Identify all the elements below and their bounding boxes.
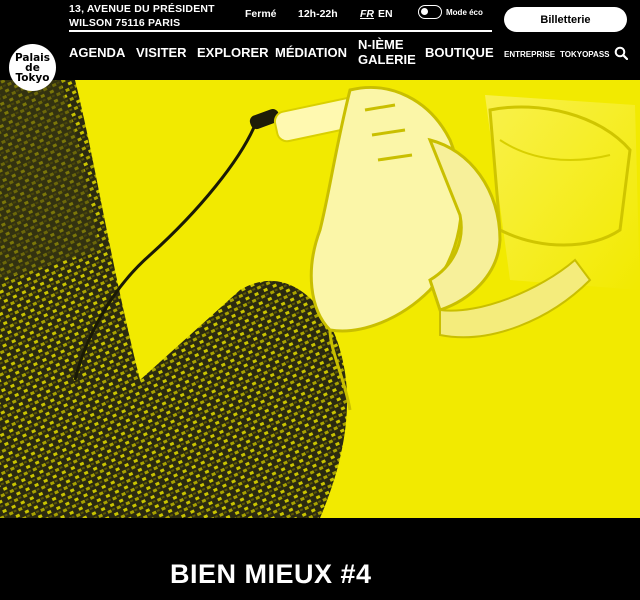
address-line-1: 13, avenue du Président xyxy=(69,3,215,15)
nav-entreprise[interactable]: ENTREPRISE xyxy=(504,50,555,59)
opening-status: Fermé xyxy=(245,8,277,20)
ticketing-button[interactable]: Billetterie xyxy=(504,7,627,32)
nav-tokyopass[interactable]: TOKYOPASS xyxy=(560,50,610,59)
toggle-switch-icon xyxy=(418,5,442,19)
nav-boutique[interactable]: BOUTIQUE xyxy=(425,45,494,60)
eco-mode-label: Mode éco xyxy=(446,7,483,17)
lang-fr-link[interactable]: FR xyxy=(360,8,374,20)
nav-agenda[interactable]: AGENDA xyxy=(69,45,125,60)
eco-mode-toggle[interactable]: Mode éco xyxy=(418,5,483,19)
search-icon[interactable] xyxy=(614,46,628,60)
nav-explorer[interactable]: EXPLORER xyxy=(197,45,269,60)
address-line-2: Wilson 75116 Paris xyxy=(69,17,181,29)
hero-title[interactable]: BIEN MIEUX #4 xyxy=(170,559,372,590)
address: 13, avenue du Président Wilson 75116 Par… xyxy=(69,2,215,30)
lang-en-link[interactable]: EN xyxy=(378,8,393,20)
site-header: 13, avenue du Président Wilson 75116 Par… xyxy=(0,0,640,80)
opening-hours: 12h-22h xyxy=(298,8,338,20)
header-divider xyxy=(69,30,492,32)
hero-image xyxy=(0,80,640,518)
palais-de-tokyo-logo[interactable]: Palais de Tokyo xyxy=(9,44,56,91)
nav-mediation[interactable]: MÉDIATION xyxy=(275,45,347,60)
nav-n-ieme-galerie[interactable]: N-IÈME GALERIE xyxy=(358,37,418,67)
nav-visiter[interactable]: VISITER xyxy=(136,45,187,60)
